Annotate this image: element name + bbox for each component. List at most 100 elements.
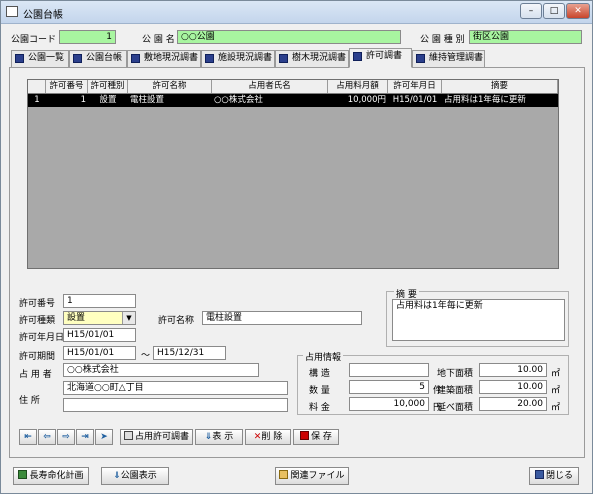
tab-icon	[73, 54, 82, 63]
permit-period-label: 許可期間	[19, 352, 56, 362]
fee-field[interactable]: 10,000	[349, 397, 429, 411]
prev-record-button[interactable]: ⇦	[38, 429, 56, 445]
tab-maintenance-survey[interactable]: 維持管理調書	[412, 50, 485, 67]
quantity-field[interactable]: 5	[349, 380, 429, 394]
park-type-field[interactable]: 街区公園	[469, 30, 582, 44]
area-unit: ㎡	[551, 369, 561, 379]
quantity-label: 数 量	[309, 386, 330, 396]
longevity-plan-button[interactable]: 長寿命化計画	[13, 467, 89, 485]
grid-header-cell: 占用者氏名	[212, 80, 328, 93]
underground-area-label: 地下面積	[437, 369, 474, 379]
floor-area-field[interactable]: 20.00	[479, 397, 547, 411]
tab-site-survey[interactable]: 敷地現況調書	[127, 50, 201, 67]
park-code-field[interactable]: 1	[59, 30, 116, 44]
floor-area-label: 延べ面積	[437, 403, 474, 413]
tab-icon	[205, 54, 214, 63]
save-label: 保 存	[311, 432, 332, 442]
delete-label: 削 除	[261, 432, 283, 442]
grid-cell: 設置	[99, 95, 117, 105]
grid-cell: H15/01/01	[392, 95, 438, 105]
grid-cell: 占用料は1年毎に更新	[444, 95, 526, 105]
remarks-field[interactable]: 占用料は1年毎に更新	[392, 299, 565, 341]
floppy-disk-icon	[300, 431, 310, 440]
address-field-2[interactable]	[63, 398, 288, 412]
save-button[interactable]: 保 存	[293, 429, 339, 445]
grid-header-cell: 許可番号	[46, 80, 88, 93]
folder-icon	[279, 470, 289, 479]
close-label: 閉じる	[545, 471, 573, 481]
period-separator: ～	[141, 351, 151, 361]
app-icon	[6, 6, 18, 17]
permit-type-value: 設置	[67, 313, 86, 323]
building-area-field[interactable]: 10.00	[479, 380, 547, 394]
grid-cell: 10,000円	[347, 95, 386, 105]
last-record-button[interactable]: ⇥	[76, 429, 94, 445]
building-area-label: 建築面積	[437, 386, 474, 396]
tab-facility-survey[interactable]: 施設現況調書	[201, 50, 275, 67]
grid-cell: ○○株式会社	[214, 95, 263, 105]
park-display-button[interactable]: ⇓公園表示	[101, 467, 169, 485]
table-row[interactable]: 1 1 設置 電柱設置 ○○株式会社 10,000円 H15/01/01 占用料…	[28, 94, 558, 107]
grid-header-cell: 許可種別	[88, 80, 128, 93]
tab-label: 敷地現況調書	[144, 53, 199, 63]
window-title: 公園台帳	[23, 10, 63, 21]
minimize-button[interactable]: –	[520, 3, 542, 19]
printer-icon	[123, 431, 133, 440]
tab-icon	[15, 54, 24, 63]
permit-grid[interactable]: 許可番号 許可種別 許可名称 占用者氏名 占用料月額 許可年月日 摘要 1 1 …	[27, 79, 559, 269]
structure-label: 構 造	[309, 369, 330, 379]
new-record-button[interactable]: ➤	[95, 429, 113, 445]
grid-header-cell: 許可年月日	[388, 80, 442, 93]
period-from-field[interactable]: H15/01/01	[63, 346, 136, 360]
chevron-down-icon[interactable]: ▼	[122, 312, 135, 324]
delete-button[interactable]: ✕削 除	[245, 429, 291, 445]
tab-icon	[279, 54, 288, 63]
down-arrow-icon: ⇓	[113, 471, 121, 481]
related-files-button[interactable]: 関連ファイル	[275, 467, 349, 485]
next-record-button[interactable]: ⇨	[57, 429, 75, 445]
occupant-field[interactable]: ○○株式会社	[63, 363, 259, 377]
display-label: 表 示	[212, 432, 234, 442]
permit-no-label: 許可番号	[19, 299, 56, 309]
window-close-button[interactable]: ✕	[566, 3, 590, 19]
maximize-button[interactable]: □	[543, 3, 565, 19]
tab-icon	[131, 54, 140, 63]
structure-field[interactable]	[349, 363, 429, 377]
underground-area-field[interactable]: 10.00	[479, 363, 547, 377]
address-label: 住 所	[19, 396, 40, 406]
park-display-label: 公園表示	[120, 471, 157, 481]
print-permit-button[interactable]: 占用許可調書	[120, 429, 193, 445]
tab-permit-survey[interactable]: 許可調書	[349, 48, 412, 68]
permit-name-field[interactable]: 電柱設置	[202, 311, 362, 325]
new-arrow-icon: ➤	[100, 432, 108, 442]
tab-label: 公園一覧	[28, 53, 65, 63]
permit-date-field[interactable]: H15/01/01	[63, 328, 136, 342]
tab-tree-survey[interactable]: 樹木現況調書	[275, 50, 349, 67]
tab-icon	[416, 54, 425, 63]
grid-cell: 電柱設置	[130, 95, 165, 105]
fee-label: 料 金	[309, 403, 330, 413]
tab-label: 許可調書	[366, 51, 403, 61]
tab-label: 維持管理調書	[429, 53, 484, 63]
period-to-field[interactable]: H15/12/31	[153, 346, 226, 360]
park-name-field[interactable]: ○○公園	[177, 30, 401, 44]
occupant-label: 占 用 者	[19, 370, 52, 380]
grid-cell: 1	[34, 95, 40, 105]
display-button[interactable]: ⇓表 示	[195, 429, 243, 445]
tab-label: 施設現況調書	[218, 53, 273, 63]
tab-park-list[interactable]: 公園一覧	[11, 50, 69, 67]
area-unit: ㎡	[551, 386, 561, 396]
main-window: 公園台帳 – □ ✕ 公園コード 1 公 園 名 ○○公園 公 園 種 別 街区…	[0, 0, 593, 494]
permit-type-label: 許可種類	[19, 316, 56, 326]
grid-header-cell: 摘要	[442, 80, 558, 93]
permit-no-field[interactable]: 1	[63, 294, 136, 308]
tab-label: 公園台帳	[86, 53, 123, 63]
grid-header: 許可番号 許可種別 許可名称 占用者氏名 占用料月額 許可年月日 摘要	[28, 80, 558, 94]
first-record-button[interactable]: ⇤	[19, 429, 37, 445]
address-field-1[interactable]: 北海道○○町△丁目	[63, 381, 288, 395]
next-arrow-icon: ⇨	[62, 432, 70, 442]
tab-park-ledger[interactable]: 公園台帳	[69, 50, 127, 67]
tab-label: 樹木現況調書	[292, 53, 347, 63]
close-button[interactable]: 閉じる	[529, 467, 579, 485]
permit-type-select[interactable]: 設置 ▼	[63, 311, 136, 325]
